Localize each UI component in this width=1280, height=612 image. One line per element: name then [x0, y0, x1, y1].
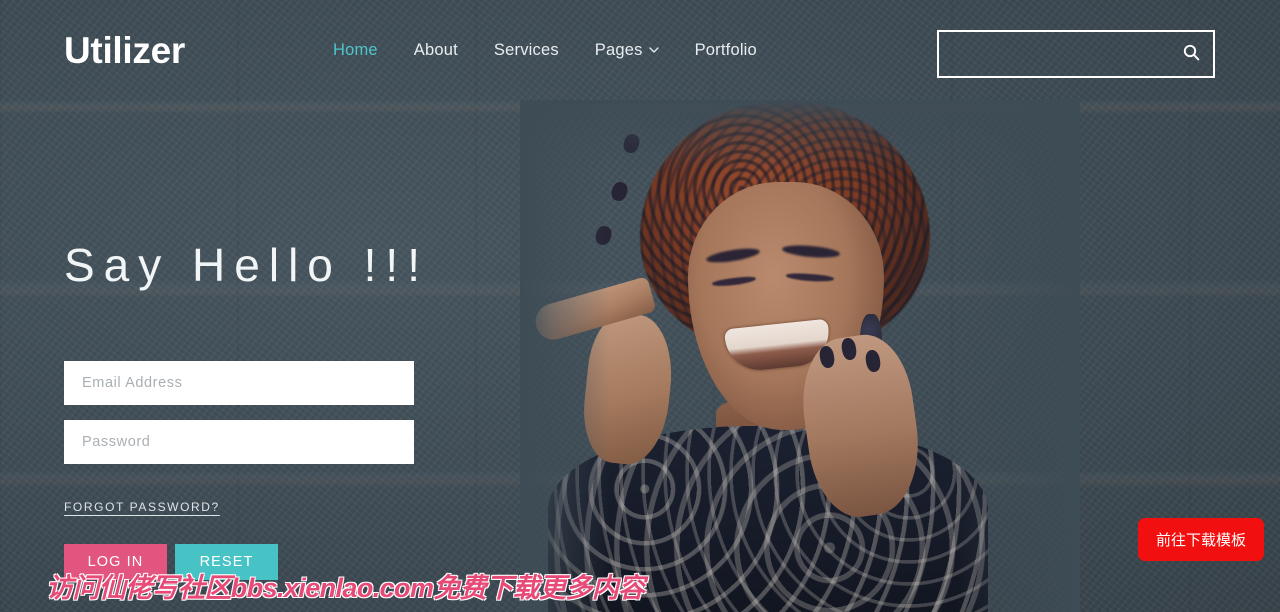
photo-edge-fade: [520, 100, 1080, 612]
hero-person-photo: [520, 100, 1080, 612]
forgot-password-link[interactable]: FORGOT PASSWORD?: [64, 500, 220, 514]
page-root: Utilizer Home About Services Pages Portf…: [0, 0, 1280, 612]
nav-item-label: Services: [493, 40, 559, 59]
nav-item-about[interactable]: About: [414, 41, 458, 60]
nav-item-pages[interactable]: Pages: [595, 41, 659, 60]
hero-login-section: Say Hello !!! FORGOT PASSWORD? LOG IN RE…: [64, 240, 429, 580]
nav-item-services[interactable]: Services: [494, 41, 559, 60]
page-title: Say Hello !!!: [64, 239, 429, 291]
brand-logo[interactable]: Utilizer: [64, 32, 185, 69]
nav-item-label: Home: [332, 40, 378, 59]
download-template-button[interactable]: 前往下载模板: [1137, 518, 1264, 561]
password-field[interactable]: [64, 419, 414, 464]
nav-item-label: Pages: [594, 40, 643, 59]
site-header: Utilizer Home About Services Pages Portf…: [0, 0, 1280, 100]
email-field[interactable]: [64, 360, 414, 405]
nav-item-label: Portfolio: [694, 40, 757, 59]
site-watermark: 访问仙佬写社区bbs.xienlao.com免费下载更多内容: [46, 573, 645, 603]
nav-item-home[interactable]: Home: [333, 41, 378, 60]
nav-item-label: About: [413, 40, 458, 59]
main-navigation: Home About Services Pages Portfolio: [333, 41, 757, 60]
chevron-down-icon: [648, 45, 659, 55]
nav-item-portfolio[interactable]: Portfolio: [695, 41, 757, 60]
